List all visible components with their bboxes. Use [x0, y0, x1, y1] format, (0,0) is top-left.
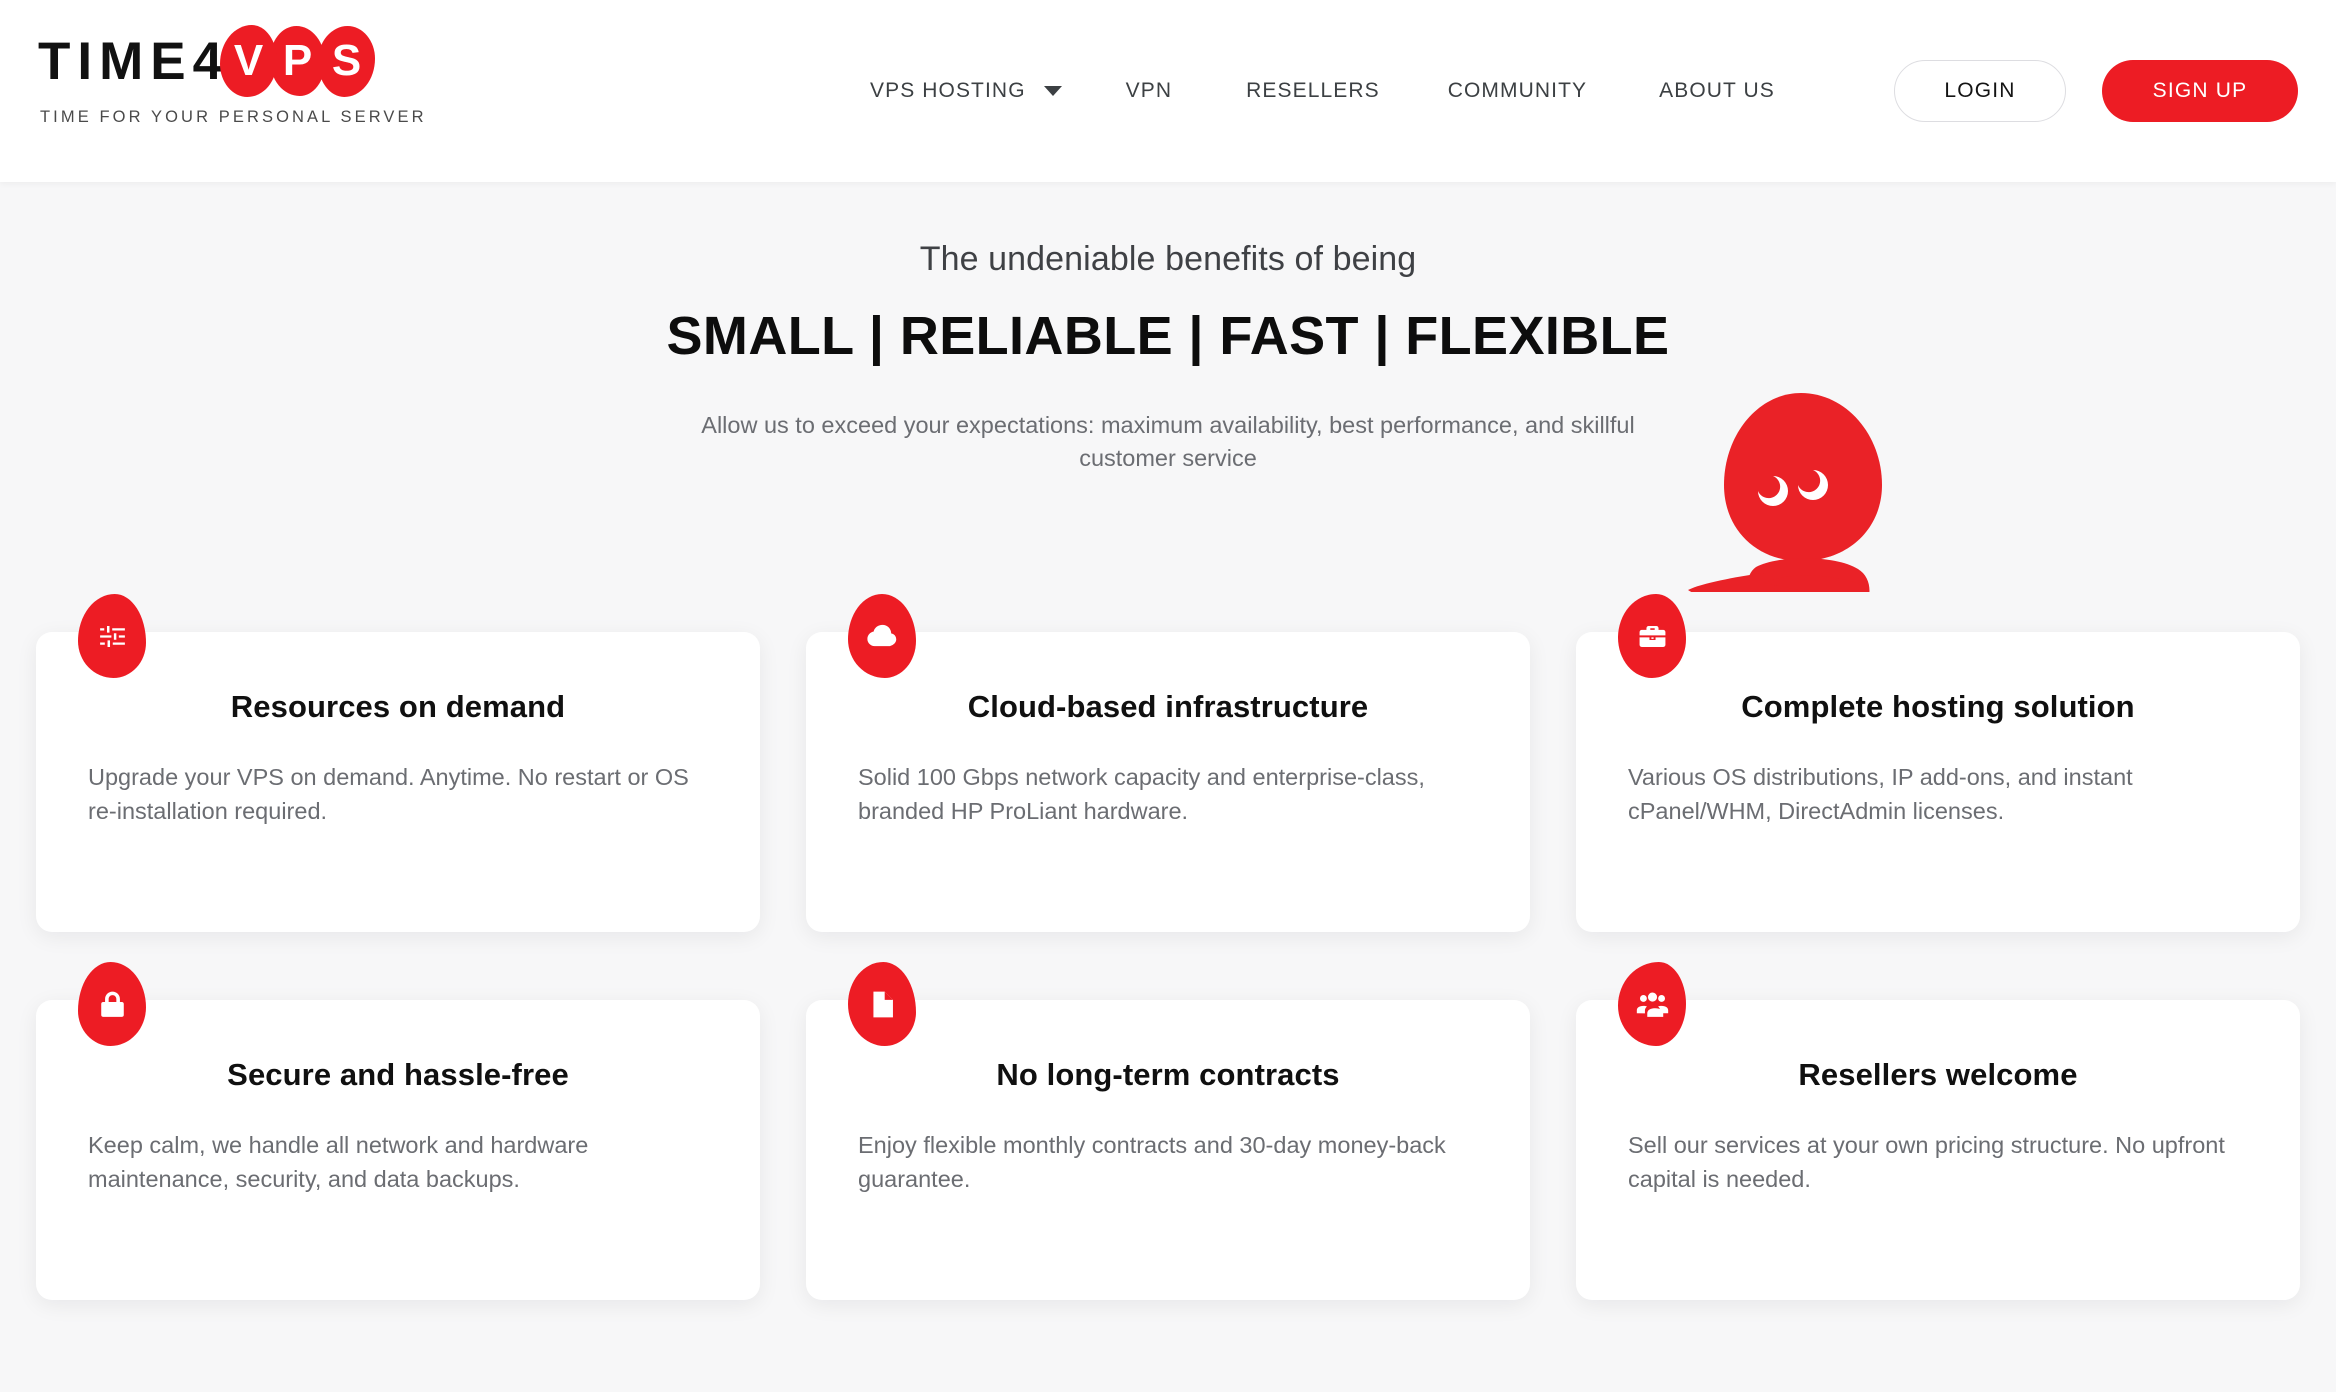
page-title: SMALL | RELIABLE | FAST | FLEXIBLE	[666, 306, 1670, 366]
card-description: Various OS distributions, IP add-ons, an…	[1628, 764, 2133, 825]
brand-logo[interactable]: TIME4 V P S TIME FOR YOUR PERSONAL SERVE…	[38, 24, 427, 127]
logo-blob-p: P	[270, 26, 326, 96]
benefit-card-cloud-based-infrastructure[interactable]: Cloud-based infrastructure Solid 100 Gbp…	[806, 594, 1530, 932]
people-group-icon	[1618, 962, 1686, 1046]
hero-subtitle: Allow us to exceed your expectations: ma…	[701, 412, 1635, 472]
nav-item-about-us[interactable]: ABOUT US	[1659, 69, 1775, 113]
hero-content: The undeniable benefits of being SMALL |…	[0, 182, 2336, 476]
benefit-card-secure-and-hassle-free[interactable]: Secure and hassle-free Keep calm, we han…	[36, 962, 760, 1300]
benefit-card-complete-hosting-solution[interactable]: Complete hosting solution Various OS dis…	[1576, 594, 2300, 932]
card-title: Resources on demand	[230, 689, 566, 724]
nav-item-vpn[interactable]: VPN	[1126, 69, 1172, 113]
card-title: Secure and hassle-free	[227, 1057, 569, 1092]
main-navigation: VPS HOSTING VPN RESELLERS COMMUNITY ABOU…	[870, 0, 1775, 182]
logo-mark: TIME4 V P S	[38, 24, 408, 98]
card-description: Solid 100 Gbps network capacity and ente…	[858, 764, 1425, 825]
logo-blob-s: S	[318, 25, 376, 97]
hero-section: The undeniable benefits of being SMALL |…	[0, 182, 2336, 702]
document-icon	[848, 962, 916, 1046]
logo-tagline: TIME FOR YOUR PERSONAL SERVER	[40, 108, 427, 126]
lock-icon	[78, 962, 146, 1046]
logo-blob-v: V	[220, 25, 278, 97]
card-description: Sell our services at your own pricing st…	[1628, 1132, 2225, 1193]
logo-wordmark: TIME4	[38, 31, 230, 91]
briefcase-icon	[1618, 594, 1686, 678]
nav-item-resellers[interactable]: RESELLERS	[1246, 69, 1380, 113]
benefits-section: Resources on demand Upgrade your VPS on …	[0, 592, 2336, 1392]
card-description: Upgrade your VPS on demand. Anytime. No …	[88, 764, 689, 825]
cloud-icon	[848, 594, 916, 678]
card-title: Cloud-based infrastructure	[967, 689, 1369, 724]
card-title: No long-term contracts	[996, 1057, 1340, 1092]
login-button[interactable]: LOGIN	[1894, 60, 2066, 122]
benefit-card-resellers-welcome[interactable]: Resellers welcome Sell our services at y…	[1576, 962, 2300, 1300]
benefit-card-resources-on-demand[interactable]: Resources on demand Upgrade your VPS on …	[36, 594, 760, 932]
hero-kicker: The undeniable benefits of being	[919, 240, 1417, 278]
chevron-down-icon	[1043, 86, 1062, 96]
benefits-grid: Resources on demand Upgrade your VPS on …	[36, 594, 2300, 1300]
sliders-icon	[78, 594, 146, 678]
card-title: Complete hosting solution	[1741, 689, 2135, 724]
nav-label: ABOUT US	[1659, 79, 1775, 102]
page-root: TIME4 V P S TIME FOR YOUR PERSONAL SERVE…	[0, 0, 2336, 1392]
benefit-card-no-long-term-contracts[interactable]: No long-term contracts Enjoy flexible mo…	[806, 962, 1530, 1300]
signup-button[interactable]: SIGN UP	[2102, 60, 2298, 122]
nav-item-vps-hosting[interactable]: VPS HOSTING	[870, 69, 1062, 113]
nav-label: RESELLERS	[1246, 79, 1380, 102]
nav-label: VPS HOSTING	[870, 79, 1026, 102]
site-header: TIME4 V P S TIME FOR YOUR PERSONAL SERVE…	[0, 0, 2336, 182]
card-description: Keep calm, we handle all network and har…	[88, 1132, 589, 1193]
header-actions: LOGIN SIGN UP	[1894, 0, 2298, 182]
card-title: Resellers welcome	[1798, 1057, 2078, 1092]
card-description: Enjoy flexible monthly contracts and 30-…	[858, 1132, 1446, 1193]
logo-blobs: V P S	[220, 25, 376, 97]
nav-label: VPN	[1125, 79, 1173, 102]
nav-label: COMMUNITY	[1447, 79, 1588, 102]
nav-item-community[interactable]: COMMUNITY	[1448, 69, 1587, 113]
